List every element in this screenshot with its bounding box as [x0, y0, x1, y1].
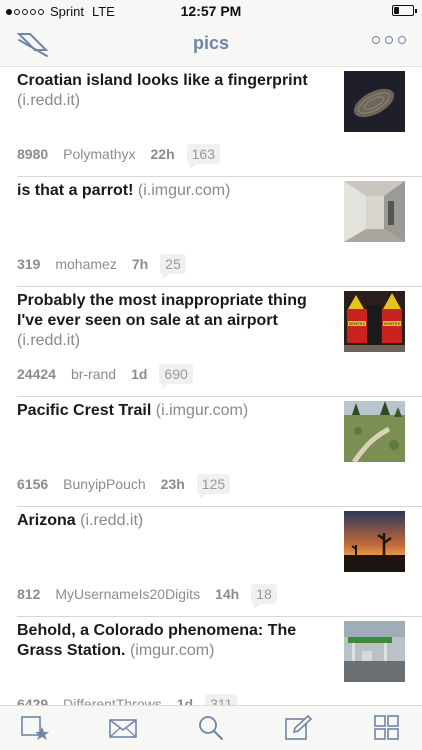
- post-age: 1d: [131, 366, 148, 382]
- semtex-bottles-thumbnail[interactable]: SEMTEX SEMTEX: [344, 291, 405, 352]
- post-title[interactable]: Arizona: [17, 512, 76, 529]
- post-title[interactable]: Pacific Crest Trail: [17, 402, 151, 419]
- post-item[interactable]: is that a parrot! (i.imgur.com) 319 moha…: [0, 177, 422, 287]
- post-title[interactable]: Croatian island looks like a fingerprint: [17, 72, 308, 89]
- post-domain: (imgur.com): [129, 642, 215, 659]
- post-title-block[interactable]: Behold, a Colorado phenomena: The Grass …: [17, 621, 327, 661]
- star-box-icon[interactable]: [20, 714, 50, 742]
- status-bar: Sprint LTE 12:57 PM: [0, 0, 422, 22]
- search-icon[interactable]: [196, 714, 226, 742]
- post-age: 7h: [131, 256, 149, 272]
- post-meta: 812 MyUsernameIs20Digits 14h 18: [17, 584, 277, 609]
- post-domain: (i.redd.it): [17, 332, 81, 349]
- compose-icon[interactable]: [284, 714, 314, 742]
- post-title-block[interactable]: Arizona (i.redd.it): [17, 511, 327, 531]
- post-item[interactable]: Behold, a Colorado phenomena: The Grass …: [0, 617, 422, 706]
- envelope-icon[interactable]: [108, 714, 138, 742]
- clock: 12:57 PM: [180, 3, 242, 19]
- tab-bar: [0, 705, 422, 750]
- navigation-bar: pics: [0, 22, 422, 67]
- post-author[interactable]: MyUsernameIs20Digits: [55, 586, 200, 602]
- post-list: Croatian island looks like a fingerprint…: [0, 67, 422, 706]
- battery-icon: [392, 5, 417, 16]
- post-domain: (i.redd.it): [80, 512, 144, 529]
- post-domain: (i.imgur.com): [155, 402, 249, 419]
- trail-thumbnail[interactable]: [344, 401, 405, 462]
- comment-count-badge[interactable]: 25: [160, 254, 186, 279]
- post-author[interactable]: Polymathyx: [63, 146, 135, 162]
- corridor-thumbnail[interactable]: [344, 181, 405, 242]
- post-title-block[interactable]: Croatian island looks like a fingerprint…: [17, 71, 327, 111]
- comment-count-badge[interactable]: 690: [159, 364, 193, 389]
- post-title[interactable]: is that a parrot!: [17, 182, 133, 199]
- post-title-block[interactable]: is that a parrot! (i.imgur.com): [17, 181, 327, 201]
- post-title-block[interactable]: Pacific Crest Trail (i.imgur.com): [17, 401, 327, 421]
- post-score: 6156: [17, 476, 49, 492]
- post-meta: 24424 br-rand 1d 690: [17, 364, 193, 389]
- post-score: 24424: [17, 366, 56, 382]
- post-domain: (i.imgur.com): [137, 182, 231, 199]
- post-meta: 6156 BunyipPouch 23h 125: [17, 474, 231, 499]
- post-meta: 8980 Polymathyx 22h 163: [17, 144, 220, 169]
- post-author[interactable]: mohamez: [55, 256, 116, 272]
- post-author[interactable]: BunyipPouch: [63, 476, 146, 492]
- post-score: 8980: [17, 146, 49, 162]
- post-meta: 319 mohamez 7h 25: [17, 254, 186, 279]
- post-author[interactable]: br-rand: [71, 366, 116, 382]
- post-item[interactable]: Croatian island looks like a fingerprint…: [0, 67, 422, 177]
- comment-count-badge[interactable]: 18: [251, 584, 277, 609]
- post-score: 812: [17, 586, 41, 602]
- semtex-label: SEMTEX: [384, 321, 401, 326]
- post-item[interactable]: Probably the most inappropriate thing I'…: [0, 287, 422, 397]
- post-age: 14h: [215, 586, 240, 602]
- page-title: pics: [192, 33, 230, 53]
- grid-icon[interactable]: [372, 714, 402, 742]
- post-title[interactable]: Probably the most inappropriate thing I'…: [17, 292, 307, 329]
- comment-count-badge[interactable]: 125: [196, 474, 231, 499]
- island-thumbnail[interactable]: [344, 71, 405, 132]
- comment-count-badge[interactable]: 163: [186, 144, 220, 169]
- post-score: 319: [17, 256, 41, 272]
- post-title-block[interactable]: Probably the most inappropriate thing I'…: [17, 291, 327, 351]
- post-item[interactable]: Arizona (i.redd.it) 812 MyUsernameIs20Di…: [0, 507, 422, 617]
- ellipsis-icon[interactable]: [372, 36, 406, 44]
- gas-station-thumbnail[interactable]: [344, 621, 405, 682]
- post-age: 22h: [150, 146, 175, 162]
- post-item[interactable]: Pacific Crest Trail (i.imgur.com) 6156 B…: [0, 397, 422, 507]
- post-domain: (i.redd.it): [17, 92, 81, 109]
- sunset-thumbnail[interactable]: [344, 511, 405, 572]
- semtex-label: SEMTEX: [349, 321, 366, 326]
- post-age: 23h: [160, 476, 185, 492]
